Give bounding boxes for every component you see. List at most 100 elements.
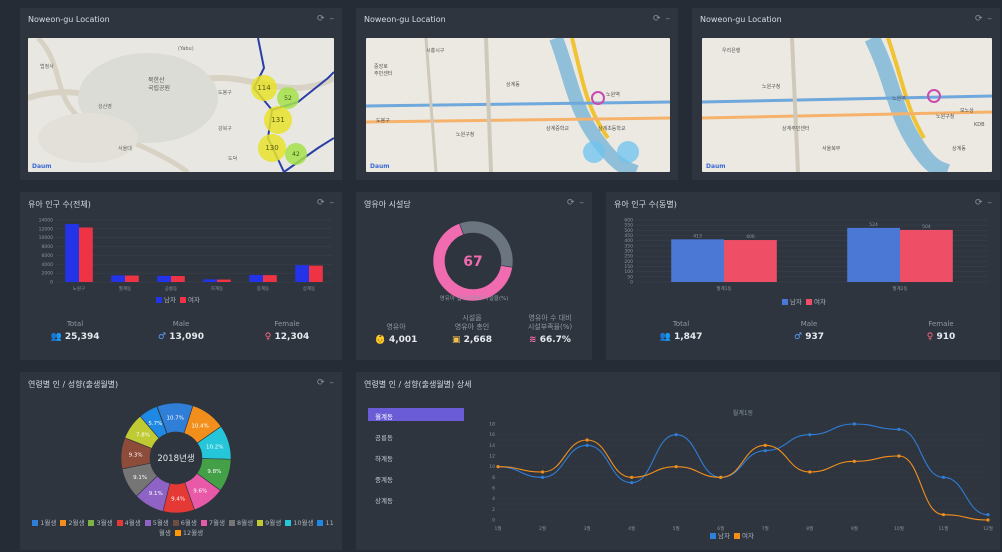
refresh-icon[interactable]: ⟳ <box>317 198 325 208</box>
tab-junggye[interactable]: 중계동 <box>368 471 464 484</box>
map-view-3[interactable]: 우리은행 노원구청 노원역 상계주민센터 노원구청 모노상 KDB 서울북부 상… <box>702 38 992 172</box>
x-tick-label: 상계동 <box>303 285 315 292</box>
female-stat: Female ♀ 12,304 <box>264 320 310 342</box>
map-label: 도덕 <box>228 155 237 162</box>
map-label: KDB <box>974 122 985 128</box>
x-tick-label: 공릉동 <box>165 286 177 292</box>
users-icon: 👥 <box>50 332 62 342</box>
users-icon: 👥 <box>659 332 671 342</box>
minimize-icon[interactable]: – <box>666 14 671 24</box>
minimize-icon[interactable]: – <box>330 378 335 388</box>
female-stat: Female ♀ 910 <box>926 320 956 342</box>
tab-hagye[interactable]: 하계동 <box>368 450 464 463</box>
y-tick-label: 14000 <box>39 218 53 224</box>
panel-title: 유아 인구 수(동별) <box>614 200 677 209</box>
legend-swatch <box>317 520 324 526</box>
bar <box>847 227 900 282</box>
panel-controls: ⟳ – <box>970 198 992 208</box>
map-label: 모노상 <box>960 107 974 114</box>
chart-legend: 남자 여자 <box>706 530 754 540</box>
minimize-icon[interactable]: – <box>988 198 993 208</box>
chart-title: 월계1동 <box>733 409 754 417</box>
map-label: 상계중학교 <box>546 125 569 132</box>
data-point <box>852 422 856 426</box>
facility-gauge: 67 <box>432 220 514 302</box>
y-tick-label: 0 <box>50 280 53 286</box>
birth-detail-line-chart: 월계1동0246810121416181월 2월 3월 4월 5월 6월 7월 8월 9월 10월… <box>489 409 993 532</box>
x-tick-label: 하계동 <box>211 285 223 292</box>
y-tick-label: 8 <box>492 475 495 481</box>
minimize-icon[interactable]: – <box>988 14 993 24</box>
map-panel-1: Noweon-gu Location ⟳ – 법정사 (Yabu) 북한산 국립공… <box>20 8 342 180</box>
map-label: 중앙로 <box>374 63 388 70</box>
male-icon: ♂ <box>158 332 167 342</box>
infant-dong-bar-chart: 050100150200250300350400450500550600 413 4… <box>624 218 988 292</box>
map-canvas[interactable]: 시흥시구 중앙로 주민센터 도봉구 상계동 노원구청 상계중학교 상계초등학교 … <box>366 38 670 172</box>
donut-center-label: 2018년생 <box>157 453 194 464</box>
y-tick-label: 600 <box>624 218 633 224</box>
chart-legend: 남자 여자 <box>778 296 826 306</box>
y-tick-label: 0 <box>630 280 633 286</box>
facilities-panel: 영유아 시설당 ⟳ – 67 영유아 입구수대비 시설율(%) 영유아 👶 4,00… <box>356 192 592 360</box>
bar-value-label: 524 <box>869 222 878 228</box>
legend-label: 4월생 <box>124 519 141 527</box>
legend-label: 5월생 <box>152 519 169 527</box>
cluster-marker[interactable] <box>617 141 639 163</box>
map-canvas[interactable]: 우리은행 노원구청 노원역 상계주민센터 노원구청 모노상 KDB 서울북부 상… <box>702 38 992 172</box>
refresh-icon[interactable]: ⟳ <box>653 14 661 24</box>
cluster-marker[interactable] <box>583 141 605 163</box>
y-tick-label: 12000 <box>39 226 53 232</box>
legend-swatch <box>229 520 236 526</box>
x-tick-label: 11월 <box>939 525 949 532</box>
panel-controls: ⟳ – <box>970 14 992 24</box>
map-view-1[interactable]: 법정사 (Yabu) 북한산 국립공원 성산영 도봉구 강북구 서울대 도덕 1… <box>28 38 334 172</box>
x-tick-label: 4월 <box>628 525 635 532</box>
y-tick-label: 18 <box>489 422 495 428</box>
y-tick-label: 400 <box>624 238 633 244</box>
y-tick-label: 350 <box>624 243 633 249</box>
map-view-2[interactable]: 시흥시구 중앙로 주민센터 도봉구 상계동 노원구청 상계중학교 상계초등학교 … <box>366 38 670 172</box>
map-label: 주민센터 <box>374 70 392 77</box>
minimize-icon[interactable]: – <box>580 198 585 208</box>
map-label: 성산영 <box>98 103 112 110</box>
data-point <box>986 518 990 522</box>
refresh-icon[interactable]: ⟳ <box>317 378 325 388</box>
slice-label: 9.1% <box>149 491 163 497</box>
refresh-icon[interactable]: ⟳ <box>317 14 325 24</box>
map-canvas[interactable]: 법정사 (Yabu) 북한산 국립공원 성산영 도봉구 강북구 서울대 도덕 1… <box>28 38 334 172</box>
slice-label: 9.1% <box>133 475 147 481</box>
data-point <box>941 475 946 479</box>
refresh-icon[interactable]: ⟳ <box>975 14 983 24</box>
legend-swatch <box>174 530 181 536</box>
map-label: 상계동 <box>952 145 966 152</box>
panel-title: Noweon-gu Location <box>364 15 446 24</box>
minimize-icon[interactable]: – <box>330 14 335 24</box>
refresh-icon[interactable]: ⟳ <box>975 198 983 208</box>
map-label: 북한산 <box>148 76 165 84</box>
data-point <box>585 438 589 442</box>
legend-swatch <box>172 520 179 526</box>
bar <box>65 224 79 282</box>
legend-label: 1월생 <box>40 519 57 527</box>
refresh-icon[interactable]: ⟳ <box>567 198 575 208</box>
panel-controls: ⟳ – <box>562 198 584 208</box>
legend-swatch <box>285 520 292 526</box>
panel-title: 연령별 인 / 성향(출생월별) <box>28 380 119 389</box>
cluster-count: 52 <box>284 95 292 102</box>
tab-wolgye[interactable]: 월계동 <box>368 408 464 421</box>
panel-title: 연령별 인 / 성향(출생월별) 상세 <box>364 380 472 389</box>
legend-label: 12월생 <box>182 529 204 537</box>
y-tick-label: 50 <box>627 274 633 280</box>
legend-swatch <box>144 520 151 526</box>
data-point <box>540 475 545 479</box>
legend-swatch <box>200 520 207 526</box>
y-tick-label: 12 <box>489 454 495 460</box>
minimize-icon[interactable]: – <box>330 198 335 208</box>
data-point <box>496 465 500 469</box>
tab-gongneung[interactable]: 공릉동 <box>368 429 464 442</box>
gauge-caption: 영유아 입구수대비 시설율(%) <box>439 296 509 302</box>
tab-sanggye[interactable]: 상계동 <box>368 492 464 505</box>
x-tick-label: 5월 <box>673 525 680 532</box>
map-label: 노원구청 <box>936 113 954 120</box>
bar <box>171 276 185 282</box>
